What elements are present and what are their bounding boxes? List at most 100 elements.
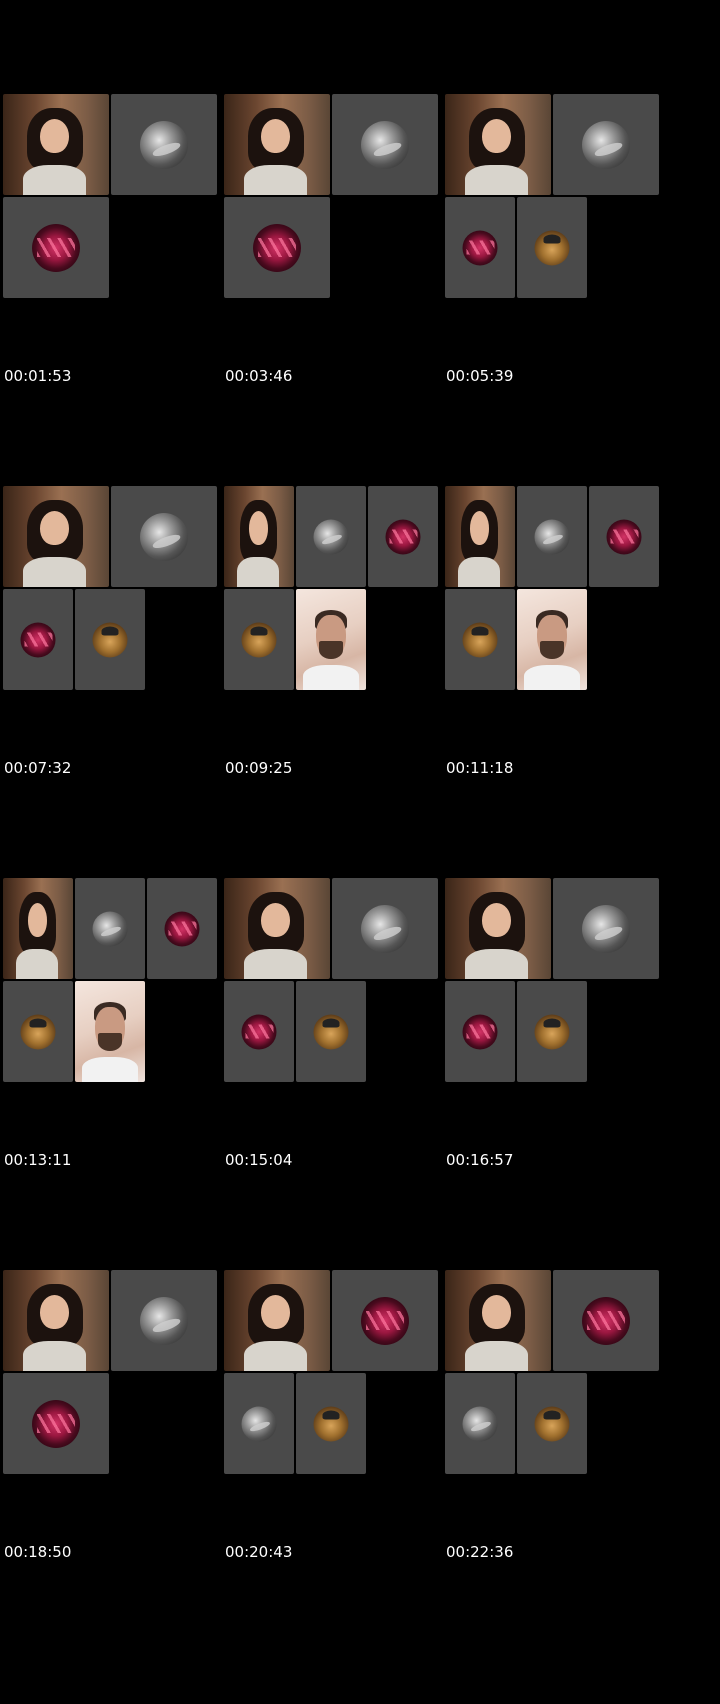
stage-lights-avatar-icon bbox=[253, 223, 301, 272]
stage-lights-avatar-icon bbox=[606, 519, 642, 554]
selfie-avatar-icon bbox=[462, 622, 498, 657]
frame-timestamp: 00:20:43 bbox=[225, 1543, 293, 1561]
stage-lights-avatar-icon bbox=[361, 1296, 409, 1345]
moon-avatar-icon bbox=[140, 1296, 188, 1345]
frame-cell: 00:09:25 bbox=[221, 392, 461, 818]
participant-video-tile[interactable] bbox=[3, 94, 109, 195]
frame-cell: 00:05:39 bbox=[442, 0, 682, 426]
participant-avatar-tile[interactable] bbox=[517, 197, 587, 298]
participant-avatar-tile[interactable] bbox=[553, 1270, 659, 1371]
frame-cell: 00:20:43 bbox=[221, 1176, 461, 1602]
participant-avatar-tile[interactable] bbox=[3, 1373, 109, 1474]
participant-avatar-tile[interactable] bbox=[445, 1373, 515, 1474]
frame-timestamp: 00:01:53 bbox=[4, 367, 72, 385]
participant-avatar-tile[interactable] bbox=[332, 878, 438, 979]
participant-figure bbox=[458, 500, 501, 587]
participant-avatar-tile[interactable] bbox=[517, 1373, 587, 1474]
participant-video-tile[interactable] bbox=[224, 486, 294, 587]
participant-avatar-tile[interactable] bbox=[224, 981, 294, 1082]
frame-timestamp: 00:16:57 bbox=[446, 1151, 514, 1169]
moon-avatar-icon bbox=[313, 519, 349, 554]
moon-avatar-icon bbox=[361, 904, 409, 953]
participant-video-tile[interactable] bbox=[296, 589, 366, 690]
frame-cell: 00:15:04 bbox=[221, 784, 461, 1210]
participant-avatar-tile[interactable] bbox=[111, 486, 217, 587]
moon-avatar-icon bbox=[241, 1406, 277, 1441]
participant-avatar-tile[interactable] bbox=[296, 981, 366, 1082]
participant-figure bbox=[243, 1284, 309, 1371]
participant-avatar-tile[interactable] bbox=[445, 197, 515, 298]
participant-video-tile[interactable] bbox=[445, 878, 551, 979]
participant-avatar-tile[interactable] bbox=[368, 486, 438, 587]
participant-video-tile[interactable] bbox=[75, 981, 145, 1082]
participant-avatar-tile[interactable] bbox=[332, 94, 438, 195]
participant-figure bbox=[303, 599, 359, 690]
participant-figure bbox=[22, 108, 88, 195]
moon-avatar-icon bbox=[92, 911, 128, 946]
participant-figure bbox=[464, 108, 530, 195]
participant-avatar-tile[interactable] bbox=[75, 878, 145, 979]
participant-avatar-tile[interactable] bbox=[224, 589, 294, 690]
stage-lights-avatar-icon bbox=[32, 223, 80, 272]
participant-avatar-tile[interactable] bbox=[3, 589, 73, 690]
participant-avatar-tile[interactable] bbox=[224, 1373, 294, 1474]
participant-avatar-tile[interactable] bbox=[553, 94, 659, 195]
participant-avatar-tile[interactable] bbox=[589, 486, 659, 587]
participant-avatar-tile[interactable] bbox=[296, 486, 366, 587]
frame-timestamp: 00:07:32 bbox=[4, 759, 72, 777]
participant-avatar-tile[interactable] bbox=[111, 94, 217, 195]
participant-avatar-tile[interactable] bbox=[296, 1373, 366, 1474]
participant-avatar-tile[interactable] bbox=[111, 1270, 217, 1371]
selfie-avatar-icon bbox=[534, 1406, 570, 1441]
participant-figure bbox=[243, 892, 309, 979]
selfie-avatar-icon bbox=[241, 622, 277, 657]
participant-video-tile[interactable] bbox=[445, 486, 515, 587]
participant-video-tile[interactable] bbox=[445, 1270, 551, 1371]
frame-timestamp: 00:15:04 bbox=[225, 1151, 293, 1169]
participant-avatar-tile[interactable] bbox=[445, 589, 515, 690]
moon-avatar-icon bbox=[534, 519, 570, 554]
participant-avatar-tile[interactable] bbox=[517, 981, 587, 1082]
selfie-avatar-icon bbox=[534, 230, 570, 265]
frame-timestamp: 00:05:39 bbox=[446, 367, 514, 385]
participant-video-tile[interactable] bbox=[224, 878, 330, 979]
moon-avatar-icon bbox=[140, 120, 188, 169]
stage-lights-avatar-icon bbox=[164, 911, 200, 946]
participant-video-tile[interactable] bbox=[3, 878, 73, 979]
participant-figure bbox=[524, 599, 580, 690]
participant-avatar-tile[interactable] bbox=[3, 981, 73, 1082]
participant-video-tile[interactable] bbox=[3, 486, 109, 587]
participant-avatar-tile[interactable] bbox=[517, 486, 587, 587]
selfie-avatar-icon bbox=[20, 1014, 56, 1049]
participant-avatar-tile[interactable] bbox=[445, 981, 515, 1082]
participant-avatar-tile[interactable] bbox=[332, 1270, 438, 1371]
frame-cell: 00:11:18 bbox=[442, 392, 682, 818]
moon-avatar-icon bbox=[140, 512, 188, 561]
frame-cell: 00:01:53 bbox=[0, 0, 240, 426]
selfie-avatar-icon bbox=[92, 622, 128, 657]
participant-figure bbox=[243, 108, 309, 195]
frame-cell: 00:16:57 bbox=[442, 784, 682, 1210]
participant-video-tile[interactable] bbox=[224, 94, 330, 195]
participant-video-tile[interactable] bbox=[445, 94, 551, 195]
participant-figure bbox=[22, 1284, 88, 1371]
frame-timestamp: 00:13:11 bbox=[4, 1151, 72, 1169]
participant-avatar-tile[interactable] bbox=[75, 589, 145, 690]
participant-figure bbox=[22, 500, 88, 587]
frame-cell: 00:18:50 bbox=[0, 1176, 240, 1602]
participant-figure bbox=[82, 991, 138, 1082]
participant-video-tile[interactable] bbox=[3, 1270, 109, 1371]
participant-video-tile[interactable] bbox=[224, 1270, 330, 1371]
participant-figure bbox=[464, 892, 530, 979]
participant-avatar-tile[interactable] bbox=[553, 878, 659, 979]
participant-avatar-tile[interactable] bbox=[224, 197, 330, 298]
participant-video-tile[interactable] bbox=[517, 589, 587, 690]
frame-timestamp: 00:18:50 bbox=[4, 1543, 72, 1561]
participant-avatar-tile[interactable] bbox=[147, 878, 217, 979]
stage-lights-avatar-icon bbox=[241, 1014, 277, 1049]
contact-sheet: 00:01:53 00:03:46 00:05:39 00:07:32 00:09:25… bbox=[0, 0, 720, 1704]
moon-avatar-icon bbox=[582, 120, 630, 169]
participant-avatar-tile[interactable] bbox=[3, 197, 109, 298]
participant-figure bbox=[237, 500, 280, 587]
stage-lights-avatar-icon bbox=[462, 1014, 498, 1049]
